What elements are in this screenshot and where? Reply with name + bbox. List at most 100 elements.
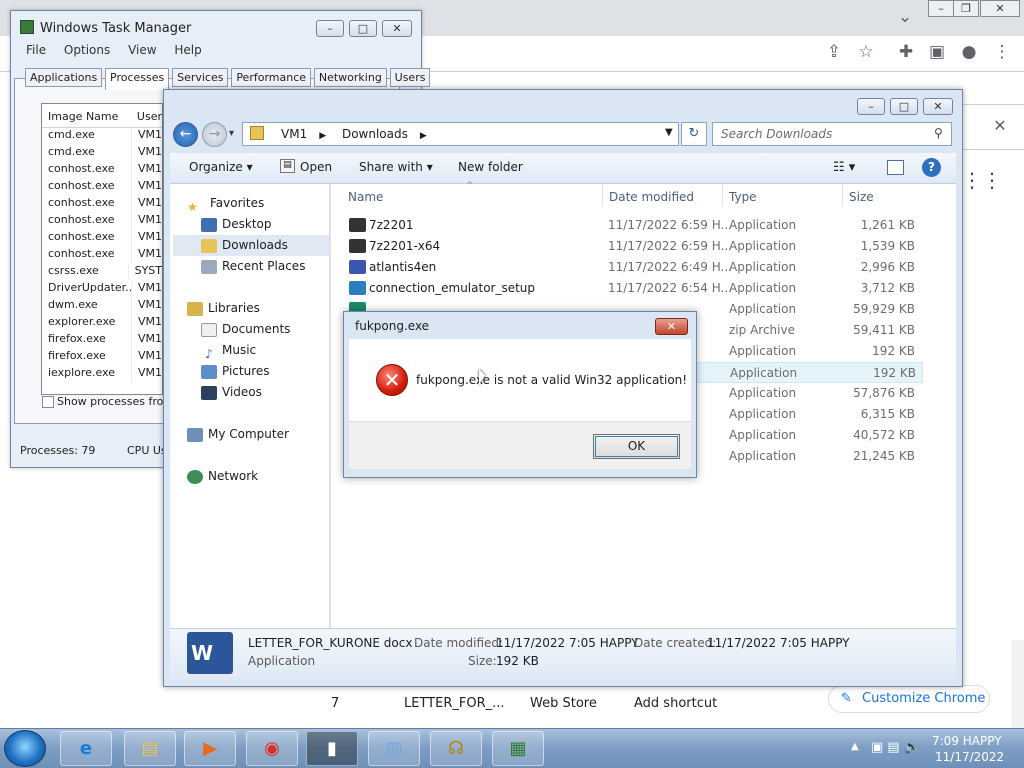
table-row[interactable]: explorer.exe VM1 [42, 315, 162, 332]
file-explorer-icon[interactable]: ▤ [124, 731, 176, 766]
nav-music[interactable]: ♪ Music [187, 340, 329, 361]
tm-maximize-button[interactable]: □ [349, 20, 377, 37]
col-size[interactable]: Size [849, 190, 874, 204]
tab-performance[interactable]: Performance [231, 68, 312, 87]
table-row[interactable]: dwm.exe VM1 [42, 298, 162, 315]
internet-explorer-icon[interactable]: e [60, 731, 112, 766]
refresh-icon[interactable]: ↻ [681, 122, 707, 146]
col-divider[interactable] [842, 184, 843, 206]
dialog-close-button[interactable]: ✕ [655, 318, 688, 335]
history-dropdown-icon[interactable]: ▾ [229, 128, 234, 139]
tab-processes[interactable]: Processes [105, 68, 170, 90]
view-options-icon[interactable]: ☷ ▾ [833, 160, 855, 175]
col-type[interactable]: Type [729, 190, 757, 204]
close-icon[interactable]: ✕ [980, 0, 1020, 17]
command-prompt-icon[interactable]: ▮ [306, 731, 358, 766]
side-panel-icon[interactable]: ▣ [925, 40, 949, 64]
media-player-icon[interactable]: ▶ [184, 731, 236, 766]
tray-icons[interactable]: ▣ ▤ 🔈 [871, 740, 920, 755]
table-row[interactable]: csrss.exe SYST [42, 264, 162, 281]
new-folder-button[interactable]: New folder [458, 160, 523, 174]
nav-downloads[interactable]: Downloads [173, 235, 329, 256]
col-divider[interactable] [602, 184, 603, 206]
share-icon[interactable]: ⇪ [822, 40, 846, 64]
shortcut-1[interactable]: 7 [331, 696, 339, 711]
tab-networking[interactable]: Networking [313, 68, 387, 87]
tm-close-button[interactable]: ✕ [382, 20, 412, 37]
breadcrumb-downloads[interactable]: Downloads [342, 127, 408, 141]
chevron-right-icon[interactable]: ▶ [420, 131, 427, 141]
nav-favorites[interactable]: ★ Favorites [187, 193, 329, 214]
tab-applications[interactable]: Applications [25, 68, 103, 87]
chevron-down-icon[interactable]: ⌄ [893, 5, 917, 29]
table-row[interactable]: conhost.exe VM1 [42, 162, 162, 179]
shortcut-2[interactable]: LETTER_FOR_... [404, 696, 505, 711]
infobar-close-icon[interactable]: ✕ [988, 114, 1012, 138]
chrome-icon[interactable]: ◉ [246, 731, 298, 766]
menu-icon[interactable]: ⋮ [990, 40, 1014, 64]
apps-grid-icon[interactable]: ⋮⋮ [962, 168, 1002, 192]
organize-button[interactable]: Organize ▾ [189, 160, 253, 174]
tm-menu-view[interactable]: View [128, 43, 156, 57]
diagnostics-icon[interactable]: ☊ [430, 731, 482, 766]
clock-date[interactable]: 11/17/2022 [935, 750, 1004, 764]
shortcut-web-store[interactable]: Web Store [530, 696, 597, 711]
customize-chrome-button[interactable]: ✎ Customize Chrome [828, 685, 990, 713]
process-list[interactable]: Image Name User cmd.exe VM1 cmd.exe VM1 conh… [41, 103, 163, 395]
nav-network[interactable]: Network [187, 466, 329, 487]
table-row[interactable]: firefox.exe VM1 [42, 332, 162, 349]
start-button[interactable] [4, 730, 46, 767]
profile-icon[interactable]: ● [957, 40, 981, 64]
search-input[interactable]: Search Downloads [712, 122, 952, 146]
checkbox-box[interactable] [42, 396, 54, 408]
restore-icon[interactable]: ❐ [953, 0, 979, 17]
preview-pane-icon[interactable] [887, 160, 904, 175]
ex-minimize-button[interactable]: – [857, 98, 885, 115]
help-icon[interactable]: ? [922, 158, 941, 177]
address-bar[interactable]: VM1 ▶ Downloads ▶ [242, 122, 679, 146]
tm-menu-file[interactable]: File [26, 43, 46, 57]
file-row[interactable]: connection_emulator_setup 11/17/2022 6:54… [343, 278, 923, 299]
table-row[interactable]: iexplore.exe VM1 [42, 366, 162, 383]
tray-expand-icon[interactable]: ▲ [851, 741, 859, 752]
forward-icon[interactable]: → [202, 122, 227, 147]
col-user[interactable]: User [131, 104, 162, 127]
col-date-modified[interactable]: Date modified [609, 190, 694, 204]
star-icon[interactable]: ☆ [854, 40, 878, 64]
tm-minimize-button[interactable]: – [316, 20, 344, 37]
nav-documents[interactable]: Documents [187, 319, 329, 340]
share-with-button[interactable]: Share with ▾ [359, 160, 433, 174]
col-name[interactable]: Name [348, 190, 383, 204]
ex-maximize-button[interactable]: □ [890, 98, 918, 115]
file-row[interactable]: 7z2201-x64 11/17/2022 6:59 H... Applicatio… [343, 236, 923, 257]
table-row[interactable]: conhost.exe VM1 [42, 230, 162, 247]
table-row[interactable]: cmd.exe VM1 [42, 145, 162, 162]
table-row[interactable]: DriverUpdater.... VM1 [42, 281, 162, 298]
extensions-icon[interactable]: ✚ [894, 40, 918, 64]
table-row[interactable]: conhost.exe VM1 [42, 179, 162, 196]
shortcut-add[interactable]: Add shortcut [634, 696, 717, 711]
nav-videos[interactable]: Videos [187, 382, 329, 403]
table-row[interactable]: cmd.exe VM1 [42, 128, 162, 145]
ex-close-button[interactable]: ✕ [923, 98, 953, 115]
tm-menu-options[interactable]: Options [64, 43, 110, 57]
task-manager-taskbar-icon[interactable]: ▦ [492, 731, 544, 766]
search-icon[interactable]: ⚲ [934, 126, 943, 140]
table-row[interactable]: conhost.exe VM1 [42, 196, 162, 213]
file-row[interactable]: 7z2201 11/17/2022 6:59 H... Application 1,2… [343, 215, 923, 236]
address-dropdown-icon[interactable]: ▼ [665, 127, 673, 138]
ok-button[interactable]: OK [593, 434, 680, 459]
minimize-icon[interactable]: – [928, 0, 954, 17]
open-button[interactable]: Open [300, 160, 332, 174]
table-row[interactable]: conhost.exe VM1 [42, 247, 162, 264]
nav-recent-places[interactable]: Recent Places [187, 256, 329, 277]
nav-my-computer[interactable]: My Computer [187, 424, 329, 445]
tm-menu-help[interactable]: Help [174, 43, 201, 57]
col-image-name[interactable]: Image Name [42, 104, 131, 127]
nav-pictures[interactable]: Pictures [187, 361, 329, 382]
nav-desktop[interactable]: Desktop [187, 214, 329, 235]
back-icon[interactable]: ← [173, 122, 198, 147]
chevron-right-icon[interactable]: ▶ [319, 131, 326, 141]
scrollbar[interactable] [1012, 640, 1024, 728]
file-row[interactable]: atlantis4en 11/17/2022 6:49 H... Applicati… [343, 257, 923, 278]
